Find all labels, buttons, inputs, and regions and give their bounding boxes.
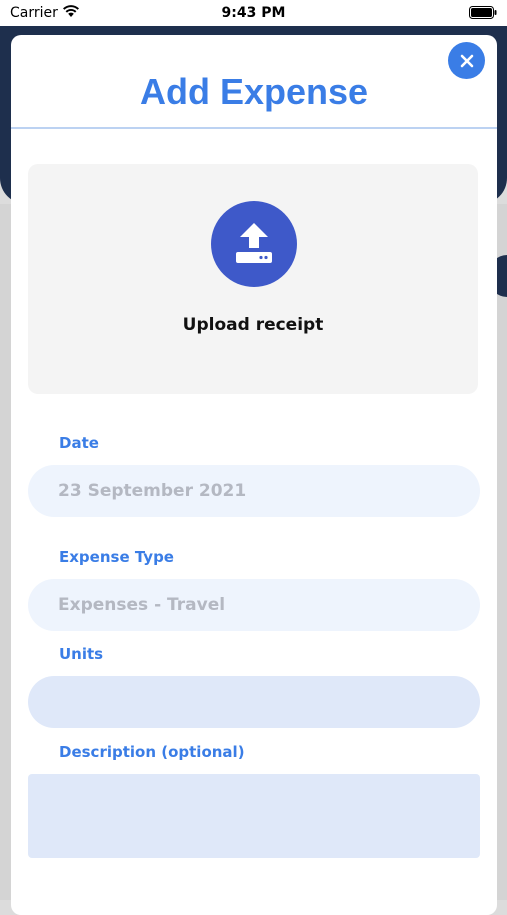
upload-receipt-button[interactable]: Upload receipt — [28, 164, 478, 394]
page-title: Add Expense — [139, 71, 369, 112]
upload-icon — [236, 223, 272, 263]
upload-receipt-label: Upload receipt — [182, 315, 324, 335]
expense-type-field[interactable]: Expenses - Travel — [28, 579, 480, 631]
add-expense-modal: Add Expense Upload receipt Date 23 Septe… — [11, 35, 497, 915]
date-field[interactable]: 23 September 2021 — [28, 465, 480, 517]
clock: 9:43 PM — [221, 5, 286, 21]
upload-icon-circle — [211, 201, 297, 287]
title-divider — [11, 127, 497, 129]
units-label: Units — [59, 645, 104, 663]
battery-icon — [469, 6, 497, 19]
description-label: Description (optional) — [59, 743, 245, 761]
close-icon — [460, 54, 473, 67]
date-label: Date — [59, 434, 99, 452]
expense-type-label: Expense Type — [59, 548, 174, 566]
units-input[interactable] — [28, 676, 480, 728]
description-input[interactable] — [28, 774, 480, 858]
status-bar: Carrier 9:43 PM — [0, 0, 507, 26]
date-value: 23 September 2021 — [58, 481, 247, 501]
expense-type-value: Expenses - Travel — [58, 595, 226, 615]
